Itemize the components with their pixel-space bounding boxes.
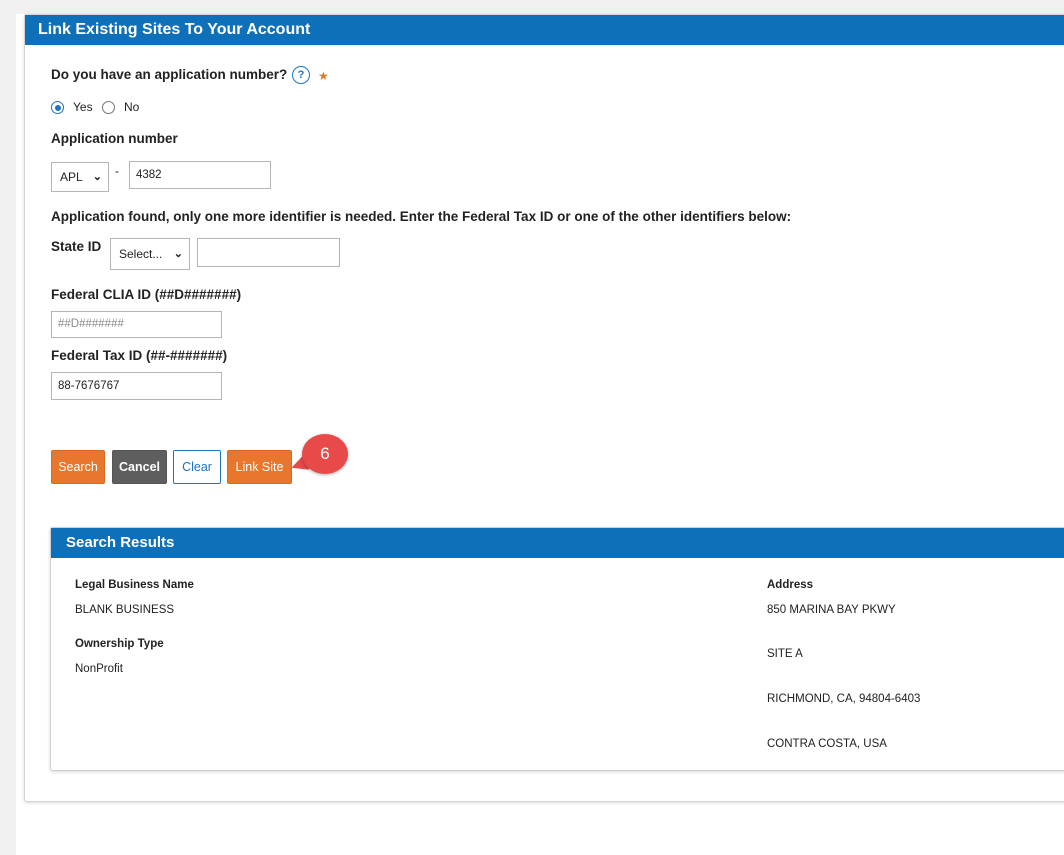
address-line: SITE A	[767, 648, 803, 660]
link-site-button[interactable]: Link Site	[227, 450, 292, 484]
application-prefix-select[interactable]: APL ⌄	[51, 162, 109, 192]
radio-no-label: No	[124, 100, 140, 114]
step-callout-badge: 6	[302, 434, 348, 474]
left-margin	[0, 0, 16, 855]
state-id-select-value: Select...	[119, 247, 163, 261]
top-gap	[16, 0, 1064, 14]
radio-yes-label: Yes	[73, 100, 93, 114]
address-line: 850 MARINA BAY PKWY	[767, 604, 896, 616]
app-number-question: Do you have an application number?	[51, 67, 288, 82]
address-label: Address	[767, 579, 814, 591]
ownership-type-value: NonProfit	[75, 663, 123, 675]
search-results-panel: Search Results	[50, 527, 1064, 771]
prefix-separator: -	[115, 164, 119, 178]
search-button[interactable]: Search	[51, 450, 105, 484]
chevron-down-icon: ⌄	[173, 248, 183, 260]
application-number-input[interactable]: 4382	[129, 161, 271, 189]
state-id-select[interactable]: Select... ⌄	[110, 238, 190, 270]
business-name-label: Legal Business Name	[75, 579, 194, 591]
radio-no[interactable]	[102, 101, 115, 114]
ownership-type-label: Ownership Type	[75, 638, 164, 650]
federal-clia-label: Federal CLIA ID (##D#######)	[51, 287, 242, 302]
federal-tax-label: Federal Tax ID (##-#######)	[51, 348, 228, 363]
clear-button[interactable]: Clear	[173, 450, 221, 484]
chevron-down-icon: ⌄	[92, 171, 102, 183]
state-id-input[interactable]	[197, 238, 340, 267]
business-name-value: BLANK BUSINESS	[75, 604, 175, 616]
application-number-label: Application number	[51, 131, 178, 146]
help-icon[interactable]: ?	[292, 66, 310, 84]
federal-clia-input[interactable]: ##D#######	[51, 311, 222, 338]
application-found-message: Application found, only one more identif…	[51, 209, 792, 224]
radio-yes[interactable]	[51, 101, 64, 114]
state-id-label: State ID	[51, 239, 102, 254]
federal-tax-input[interactable]: 88-7676767	[51, 372, 222, 400]
card-title: Link Existing Sites To Your Account	[25, 15, 1064, 45]
search-results-title: Search Results	[51, 528, 1064, 558]
application-prefix-value: APL	[60, 170, 83, 184]
required-star-icon: ★	[318, 69, 329, 83]
address-line: CONTRA COSTA, USA	[767, 738, 887, 750]
address-line: RICHMOND, CA, 94804-6403	[767, 693, 921, 705]
cancel-button[interactable]: Cancel	[112, 450, 167, 484]
